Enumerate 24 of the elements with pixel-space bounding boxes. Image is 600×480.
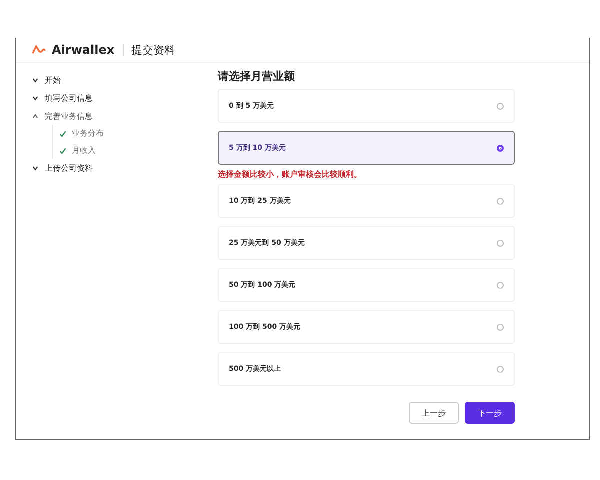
sidebar-item[interactable]: 填写公司信息 [32, 89, 206, 107]
sidebar-item[interactable]: 开始 [32, 71, 206, 89]
radio-button[interactable] [497, 240, 504, 246]
next-button[interactable]: 下一步 [465, 402, 515, 424]
chevron-icon [32, 164, 39, 172]
radio-button[interactable] [497, 282, 504, 288]
radio-button[interactable] [497, 324, 504, 330]
form-heading: 请选择月营业额 [218, 69, 296, 84]
sidebar-subitem[interactable]: 月收入 [59, 142, 206, 159]
sidebar-item[interactable]: 完善业务信息 [32, 107, 206, 125]
logo-icon [32, 45, 46, 55]
back-button[interactable]: 上一步 [409, 402, 459, 424]
radio-button[interactable] [497, 102, 504, 110]
chevron-icon [32, 112, 39, 120]
chevron-icon [32, 94, 39, 102]
radio-button[interactable] [497, 366, 504, 372]
brand-name: Airwallex [52, 43, 115, 57]
page-title: 提交资料 [132, 42, 176, 58]
radio-button[interactable] [497, 198, 504, 204]
note-text: 选择金额比较小，账户审核会比较顺利。 [218, 169, 363, 180]
sidebar-subitem[interactable]: 业务分布 [59, 125, 206, 142]
radio-button[interactable] [497, 144, 504, 152]
chevron-icon [32, 76, 39, 84]
sidebar-item[interactable]: 上传公司资料 [32, 159, 206, 177]
